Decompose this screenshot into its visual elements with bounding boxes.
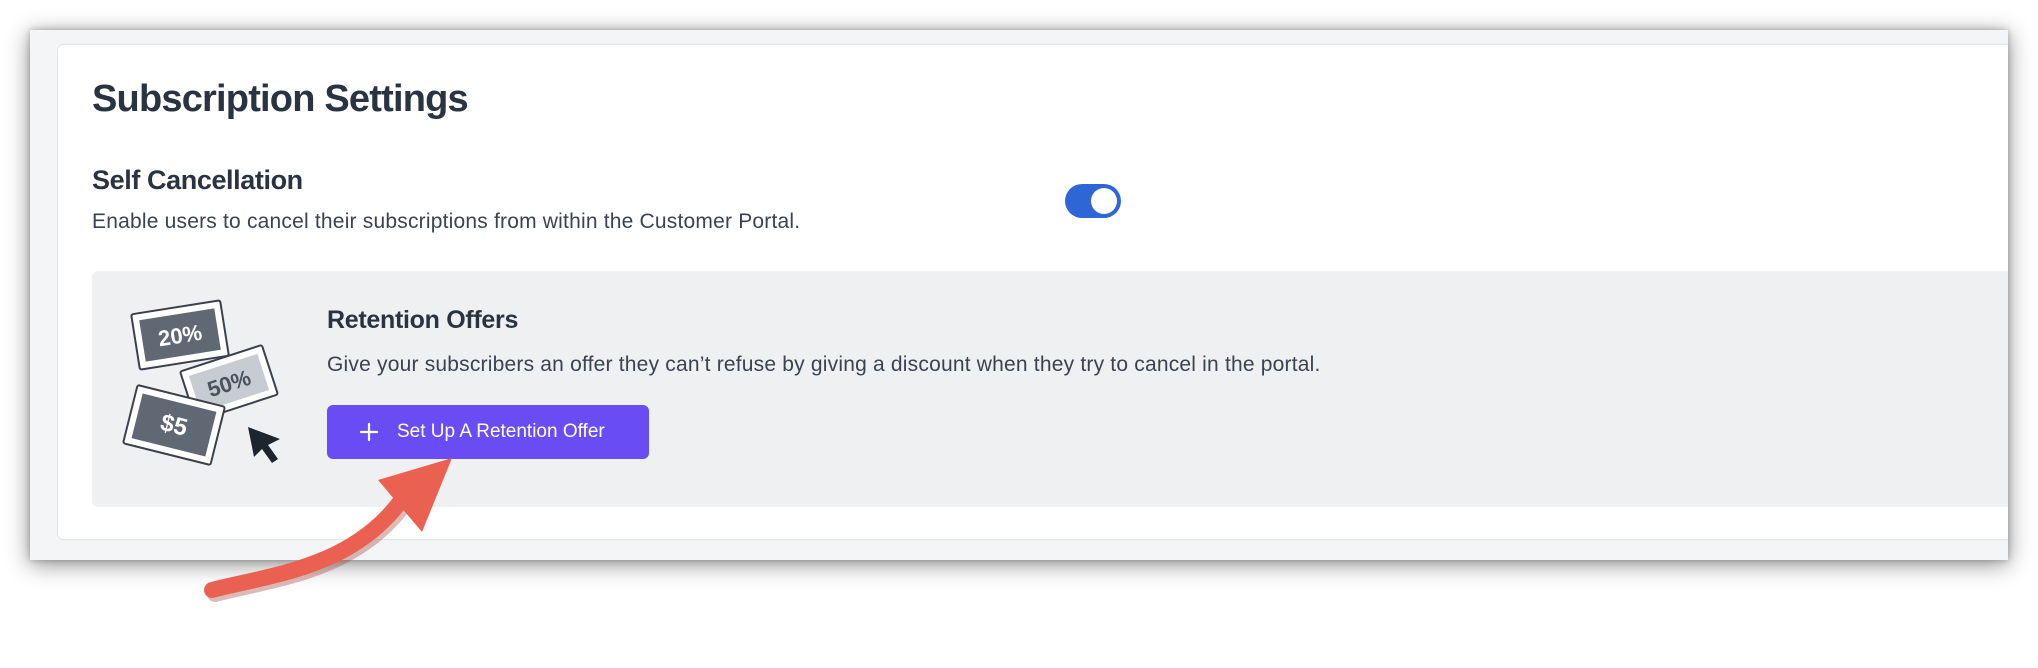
screenshot-stage: Subscription Settings Self Cancellation …	[0, 0, 2038, 668]
toggle-knob	[1091, 188, 1117, 214]
page-title: Subscription Settings	[92, 78, 469, 120]
plus-icon	[359, 422, 379, 442]
self-cancellation-title: Self Cancellation	[92, 165, 303, 195]
self-cancellation-toggle[interactable]	[1065, 184, 1121, 218]
annotation-arrow-icon	[204, 458, 452, 602]
self-cancellation-description: Enable users to cancel their subscriptio…	[92, 210, 801, 233]
retention-offers-title: Retention Offers	[327, 306, 519, 334]
retention-offers-description: Give your subscribers an offer they can’…	[327, 353, 1321, 376]
